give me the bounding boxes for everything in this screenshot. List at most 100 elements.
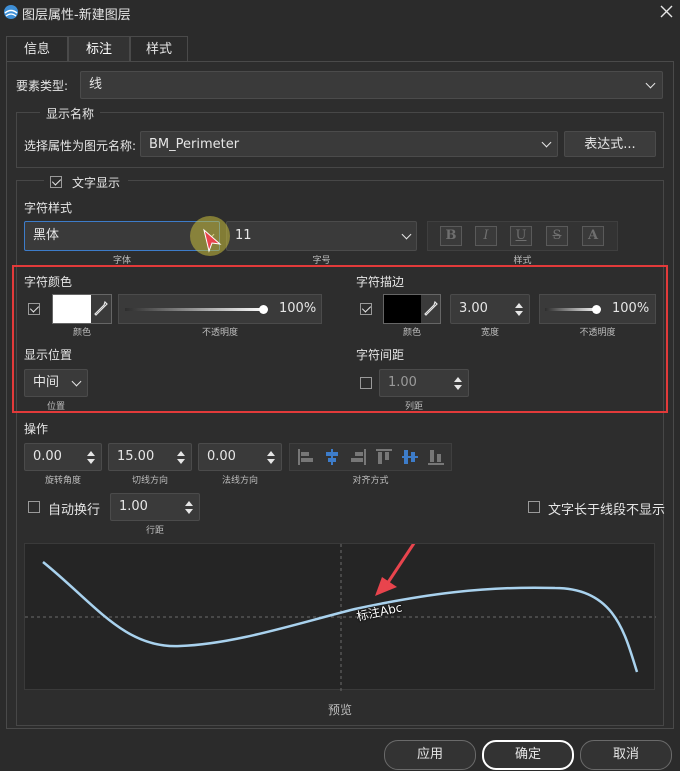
align-top-icon[interactable] [374, 447, 394, 467]
spin-down-icon[interactable] [185, 509, 193, 514]
spin-down-icon[interactable] [267, 459, 275, 464]
text-display-checkbox[interactable] [50, 176, 62, 188]
align-center-v-icon[interactable] [400, 447, 420, 467]
align-left-icon[interactable] [296, 447, 316, 467]
chevron-down-icon [401, 229, 412, 240]
normal-spinbox[interactable]: 0.00 [198, 443, 282, 471]
spin-down-icon[interactable] [454, 385, 462, 390]
char-opacity-slider[interactable]: 100% [118, 294, 322, 324]
stroke-opacity-value: 100% [612, 301, 650, 316]
chevron-down-icon [645, 78, 656, 89]
char-color-checkbox[interactable] [28, 303, 40, 315]
position-select[interactable]: 中间 [24, 369, 88, 397]
eyedropper-icon [94, 300, 108, 316]
stroke-width-spinbox[interactable]: 3.00 [450, 294, 530, 324]
display-name-title: 显示名称 [40, 105, 101, 122]
char-spacing-caption: 列距 [404, 402, 423, 412]
opacity-track [545, 308, 599, 311]
opacity-handle[interactable] [259, 305, 268, 314]
line-spacing-spinbox[interactable]: 1.00 [110, 493, 200, 521]
tangent-caption: 切线方向 [131, 476, 168, 486]
underline-button[interactable]: U [510, 226, 532, 246]
spin-up-icon[interactable] [515, 303, 523, 308]
mouse-cursor-icon [203, 228, 222, 253]
rotation-spinbox[interactable]: 0.00 [24, 443, 102, 471]
spin-up-icon[interactable] [177, 451, 185, 456]
position-caption: 位置 [46, 402, 65, 412]
normal-caption: 法线方向 [221, 476, 258, 486]
font-size-select[interactable]: 11 [226, 221, 417, 251]
auto-wrap-label: 自动换行 [48, 503, 101, 518]
attribute-label: 选择属性为图元名称: [24, 139, 137, 153]
font-size-value: 11 [235, 228, 252, 243]
stroke-opacity-slider[interactable]: 100% [539, 294, 656, 324]
rotation-caption: 旋转角度 [44, 476, 81, 486]
auto-wrap-checkbox[interactable] [28, 501, 40, 513]
char-stroke-title: 字符描边 [356, 275, 405, 289]
char-color-picker[interactable] [52, 294, 112, 324]
display-position-title: 显示位置 [24, 348, 73, 362]
italic-button[interactable]: I [475, 226, 497, 246]
operations-title: 操作 [24, 422, 49, 436]
normal-value: 0.00 [207, 449, 236, 464]
stroke-color-swatch [384, 295, 421, 323]
align-bottom-icon[interactable] [426, 447, 446, 467]
preview-graphic [25, 544, 656, 691]
char-opacity-value: 100% [279, 301, 317, 316]
bold-button[interactable]: B [440, 226, 462, 246]
align-right-icon[interactable] [348, 447, 368, 467]
apply-button[interactable]: 应用 [384, 740, 476, 770]
spin-up-icon[interactable] [185, 501, 193, 506]
char-color-swatch [53, 295, 91, 323]
title-bar: 图层属性-新建图层 [0, 0, 680, 24]
preview-canvas: 标注Abc [24, 543, 656, 691]
align-center-h-icon[interactable] [322, 447, 342, 467]
tab-style[interactable]: 样式 [130, 36, 188, 62]
char-spacing-title: 字符间距 [356, 348, 405, 362]
eyedropper-icon [424, 300, 438, 316]
font-value: 黑体 [33, 228, 60, 243]
stroke-color-picker[interactable] [383, 294, 441, 324]
element-type-value: 线 [89, 77, 103, 92]
rotation-value: 0.00 [33, 449, 62, 464]
stroke-width-caption: 宽度 [480, 328, 499, 338]
tab-info[interactable]: 信息 [6, 36, 68, 62]
tangent-spinbox[interactable]: 15.00 [108, 443, 192, 471]
spin-up-icon[interactable] [267, 451, 275, 456]
preview-caption: 预览 [327, 703, 352, 717]
attribute-select[interactable]: BM_Perimeter [140, 131, 558, 157]
char-spacing-spinbox[interactable]: 1.00 [379, 369, 469, 397]
tab-annotation[interactable]: 标注 [68, 36, 130, 62]
spin-down-icon[interactable] [515, 311, 523, 316]
element-type-label: 要素类型: [16, 79, 69, 93]
hide-long-text-label: 文字长于线段不显示 [548, 503, 666, 518]
element-type-select[interactable]: 线 [80, 71, 663, 99]
ok-button[interactable]: 确定 [482, 740, 574, 770]
outline-text-button[interactable]: A [582, 226, 604, 246]
app-logo-icon [4, 5, 18, 19]
stroke-opacity-caption: 不透明度 [579, 328, 616, 338]
stroke-color-caption: 颜色 [402, 328, 421, 338]
line-spacing-caption: 行距 [145, 526, 164, 536]
spin-up-icon[interactable] [454, 377, 462, 382]
char-stroke-checkbox[interactable] [360, 303, 372, 315]
cancel-button[interactable]: 取消 [580, 740, 672, 770]
spin-down-icon[interactable] [87, 459, 95, 464]
close-icon[interactable] [660, 5, 673, 18]
strikethrough-button[interactable]: S [546, 226, 568, 246]
stroke-width-value: 3.00 [459, 301, 488, 316]
char-spacing-checkbox[interactable] [360, 377, 372, 389]
chevron-down-icon [541, 137, 552, 148]
hide-long-text-checkbox[interactable] [528, 501, 540, 513]
expression-button[interactable]: 表达式... [564, 131, 656, 157]
opacity-handle[interactable] [592, 305, 601, 314]
spin-down-icon[interactable] [177, 459, 185, 464]
char-spacing-value: 1.00 [388, 375, 417, 390]
opacity-track [125, 308, 265, 311]
align-caption: 对齐方式 [352, 476, 389, 486]
chevron-down-icon [71, 376, 82, 387]
char-style-title: 字符样式 [24, 201, 73, 215]
spin-up-icon[interactable] [87, 451, 95, 456]
tangent-value: 15.00 [117, 449, 155, 464]
char-color-title: 字符颜色 [24, 275, 73, 289]
